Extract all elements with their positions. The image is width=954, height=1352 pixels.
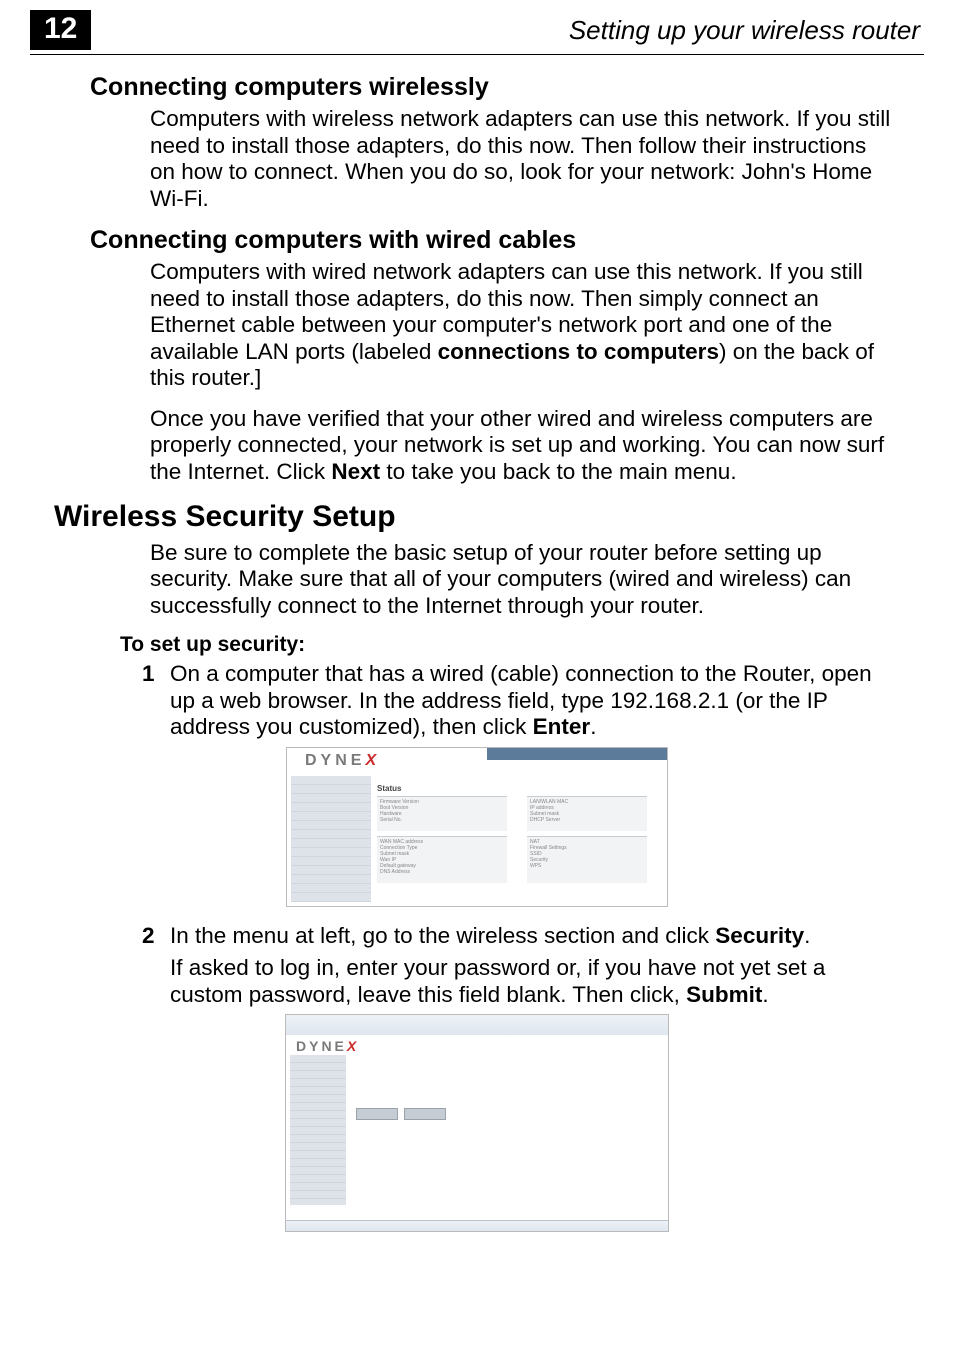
logo-x: X [365, 752, 380, 769]
text: In the menu at left, go to the wireless … [170, 923, 715, 948]
button [356, 1108, 398, 1120]
step-body: On a computer that has a wired (cable) c… [170, 661, 894, 741]
info-text: LAN/WLAN MACIP addressSubnet maskDHCP Se… [527, 797, 647, 825]
sidebar-nav [290, 1055, 346, 1205]
logo-text: DYNE [305, 752, 365, 769]
info-text: Firmware VersionBoot VersionHardwareSeri… [377, 797, 507, 825]
button [404, 1108, 446, 1120]
bold-text-submit: Submit [686, 982, 762, 1007]
paragraph-wireless: Computers with wireless network adapters… [150, 106, 894, 212]
paragraph-wired-1: Computers with wired network adapters ca… [150, 259, 894, 392]
bold-text-connections: connections to computers [438, 339, 719, 364]
text: . [590, 714, 596, 739]
browser-status-bar [286, 1220, 668, 1231]
info-block: LAN/WLAN MACIP addressSubnet maskDHCP Se… [527, 796, 647, 831]
logo-text: DYNE [296, 1038, 347, 1054]
page-number: 12 [30, 10, 91, 50]
step-number: 1 [142, 661, 170, 741]
text: On a computer that has a wired (cable) c… [170, 661, 872, 739]
bold-text-next: Next [331, 459, 380, 484]
step-2: 2 In the menu at left, go to the wireles… [142, 923, 894, 950]
heading-connecting-wirelessly: Connecting computers wirelessly [90, 73, 924, 102]
paragraph-wired-2: Once you have verified that your other w… [150, 406, 894, 486]
subhead-to-set-up-security: To set up security: [120, 633, 924, 657]
page-body: DYNEX [286, 1035, 668, 1221]
button-row [356, 1107, 448, 1125]
info-block: WAN MAC addressConnection TypeSubnet mas… [377, 836, 507, 883]
screenshot-router-status-page: DYNEX Status Firmware VersionBoot Versio… [286, 747, 668, 907]
content-area: Status Firmware VersionBoot VersionHardw… [377, 778, 661, 900]
text: to take you back to the main menu. [380, 459, 736, 484]
step-body: In the menu at left, go to the wireless … [170, 923, 894, 950]
info-text: WAN MAC addressConnection TypeSubnet mas… [377, 837, 507, 877]
browser-chrome [286, 1015, 668, 1036]
bold-text-enter: Enter [533, 714, 591, 739]
info-text: NATFirewall SettingsSSIDSecurityWPS [527, 837, 647, 871]
step-number: 2 [142, 923, 170, 950]
info-block: NATFirewall SettingsSSIDSecurityWPS [527, 836, 647, 883]
screenshot-router-login-page: DYNEX [285, 1014, 669, 1232]
dynex-logo: DYNEX [296, 1038, 359, 1054]
step-1: 1 On a computer that has a wired (cable)… [142, 661, 894, 741]
paragraph-security-intro: Be sure to complete the basic setup of y… [150, 540, 894, 620]
sidebar-nav [291, 776, 371, 902]
dynex-logo: DYNEX [305, 752, 380, 770]
info-block: Firmware VersionBoot VersionHardwareSeri… [377, 796, 507, 831]
running-title: Setting up your wireless router [91, 15, 924, 46]
step-2-continued: If asked to log in, enter your password … [170, 955, 894, 1008]
text: . [804, 923, 810, 948]
logo-x: X [347, 1038, 359, 1054]
status-heading: Status [377, 784, 401, 793]
heading-connecting-wired: Connecting computers with wired cables [90, 226, 924, 255]
heading-wireless-security-setup: Wireless Security Setup [54, 500, 924, 534]
bold-text-security: Security [715, 923, 804, 948]
page-header: 12 Setting up your wireless router [30, 10, 924, 55]
top-bar [487, 748, 667, 760]
text: . [762, 982, 768, 1007]
